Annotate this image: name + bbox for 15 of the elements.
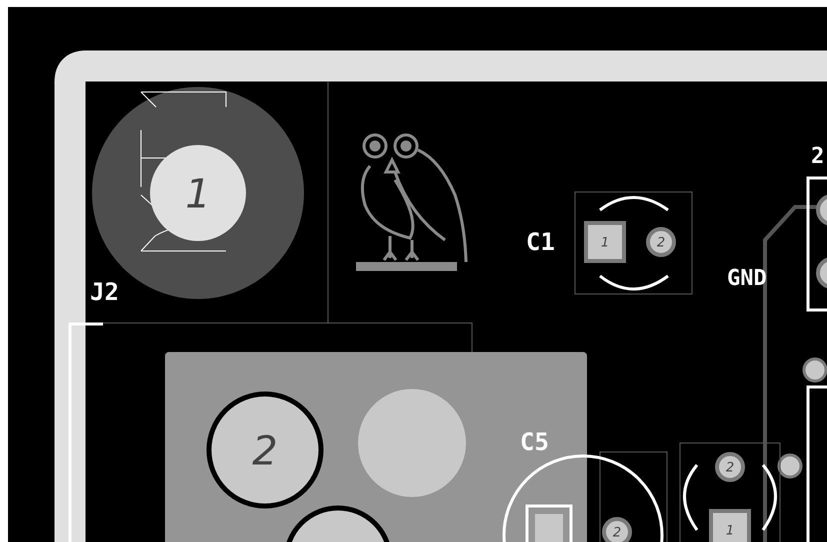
- pad: 1: [709, 509, 751, 542]
- reference-label: GND: [727, 266, 767, 291]
- pad: 2: [715, 452, 745, 482]
- reference-label: C1: [526, 228, 555, 256]
- pad: 2: [206, 392, 324, 508]
- silkscreen-outline: [526, 504, 572, 542]
- pad: 2: [602, 517, 632, 542]
- pad: [535, 514, 563, 542]
- pad: 1: [150, 145, 246, 241]
- pad: 1: [584, 221, 626, 263]
- reference-label: C5: [520, 428, 549, 456]
- reference-label: J2: [90, 278, 119, 306]
- pad: 2: [646, 227, 676, 257]
- reference-label: 2: [811, 144, 824, 169]
- via: [802, 358, 827, 382]
